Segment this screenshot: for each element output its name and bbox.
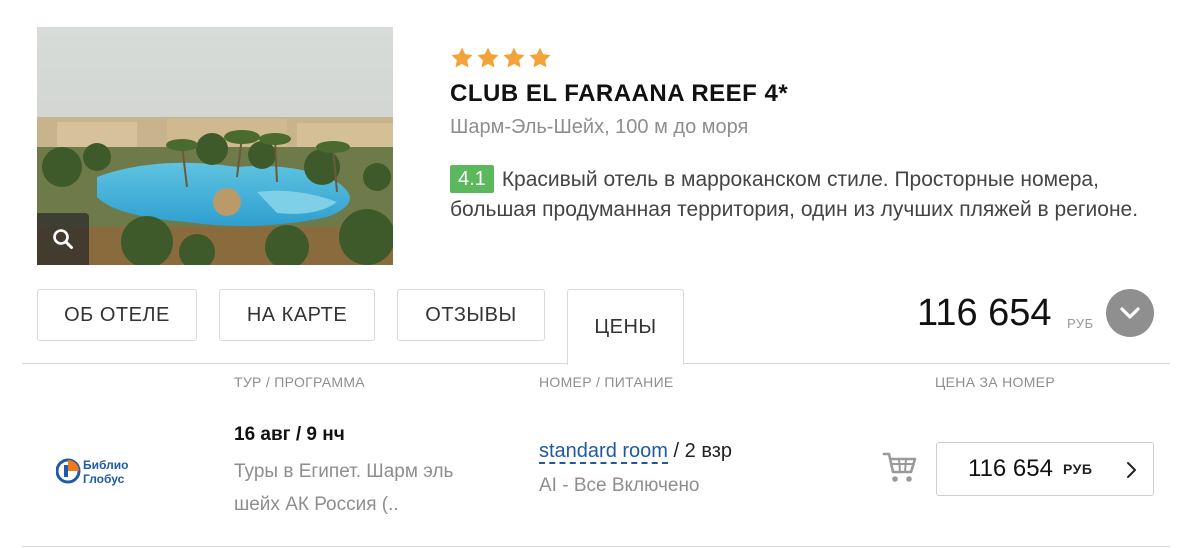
chevron-right-icon — [1127, 462, 1136, 478]
offer-currency: РУБ — [1062, 461, 1093, 477]
room-type-link[interactable]: standard room — [539, 440, 668, 464]
star-rating — [450, 46, 552, 70]
tab-on-map[interactable]: НА КАРТЕ — [219, 289, 375, 341]
offer-price: 116 654 — [968, 455, 1053, 482]
operator-logo-line-1: Библио — [83, 458, 128, 472]
tab-prices[interactable]: ЦЕНЫ — [567, 289, 684, 365]
hotel-location: Шарм-Эль-Шейх, 100 м до моря — [450, 116, 749, 138]
book-price-button[interactable]: 116 654 РУБ — [936, 442, 1154, 496]
meal-plan: AI - Все Включено — [539, 475, 700, 496]
star-icon — [451, 47, 473, 68]
star-icon — [477, 47, 499, 68]
hotel-description-block: 4.1 Красивый отель в марроканском стиле. … — [450, 165, 1150, 225]
row-divider — [22, 546, 1170, 547]
cart-icon[interactable] — [882, 450, 918, 484]
operator-logo[interactable]: Библио Глобус — [56, 454, 156, 488]
hotel-photo-image — [37, 27, 393, 265]
star-icon — [529, 47, 551, 68]
room-info: standard room / 2 взр — [539, 440, 733, 464]
chevron-down-icon — [1120, 307, 1140, 319]
star-icon — [503, 47, 525, 68]
column-header-room: НОМЕР / ПИТАНИЕ — [539, 374, 674, 390]
min-price: 116 654 — [917, 292, 1052, 334]
room-guests: / 2 взр — [667, 440, 733, 462]
operator-logo-line-2: Глобус — [83, 472, 125, 486]
tab-reviews[interactable]: ОТЗЫВЫ — [397, 289, 545, 341]
zoom-button[interactable] — [37, 213, 89, 265]
hotel-name[interactable]: CLUB EL FARAANA REEF 4* — [450, 80, 788, 108]
column-header-tour: ТУР / ПРОГРАММА — [234, 374, 365, 390]
search-icon — [53, 229, 73, 249]
tour-date: 16 авг / 9 нч — [234, 424, 345, 445]
min-price-currency: РУБ — [1067, 316, 1094, 331]
rating-badge: 4.1 — [450, 165, 494, 193]
tab-about-hotel[interactable]: ОБ ОТЕЛЕ — [37, 289, 197, 341]
column-header-price: ЦЕНА ЗА НОМЕР — [935, 374, 1055, 390]
hotel-description: Красивый отель в марроканском стиле. Про… — [450, 168, 1139, 221]
tour-program: Туры в Египет. Шарм эль шейх АК Россия (… — [234, 461, 454, 515]
expand-prices-button[interactable] — [1106, 289, 1154, 337]
hotel-photo[interactable] — [37, 27, 393, 265]
